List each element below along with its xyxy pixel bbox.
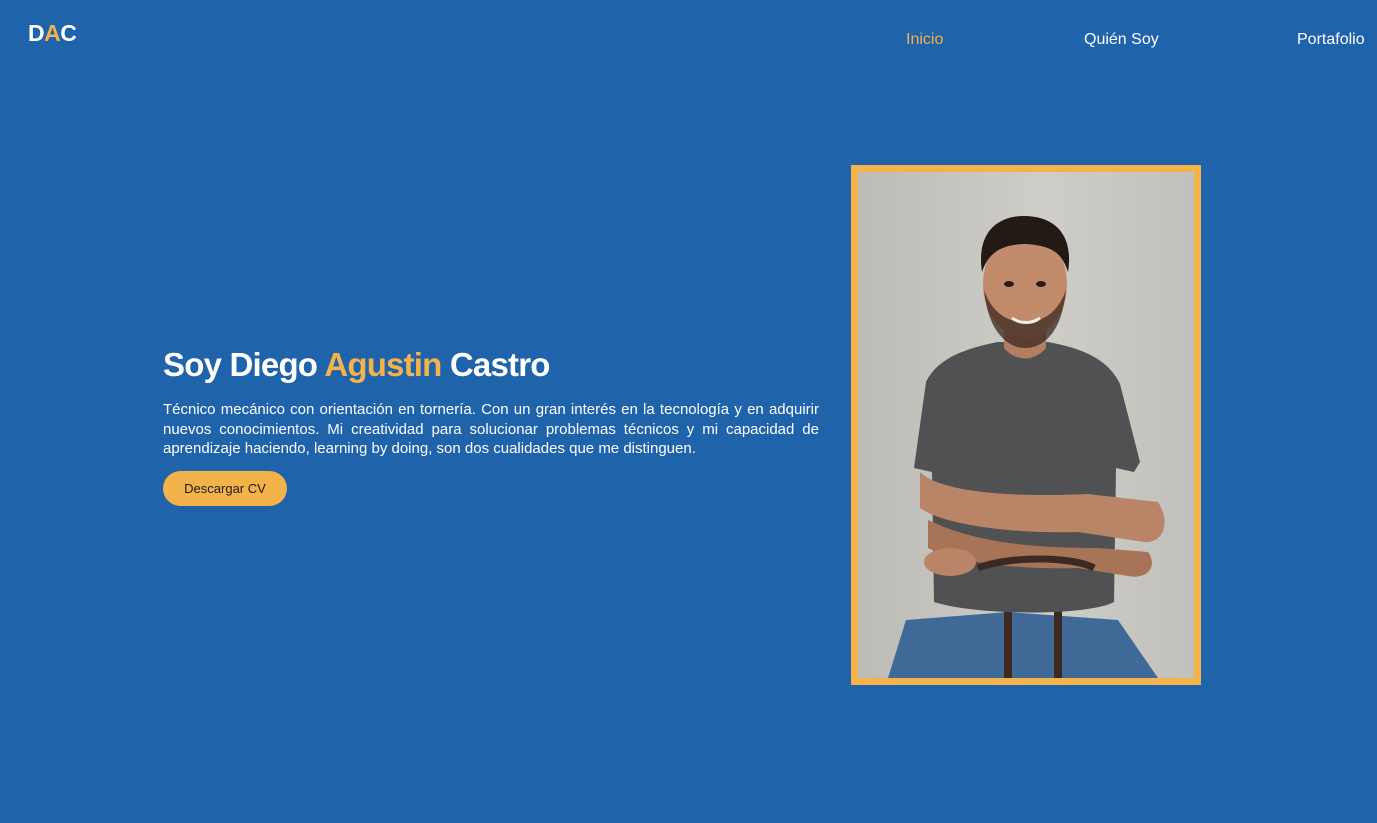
- nav-link-inicio[interactable]: Inicio: [906, 31, 943, 49]
- download-cv-button[interactable]: Descargar CV: [163, 471, 287, 506]
- hero-title-suffix: Castro: [441, 346, 551, 383]
- hand-shape: [924, 548, 976, 576]
- hero-title-accent: Agustin: [324, 346, 442, 383]
- main-nav: Inicio Quién Soy Portafolio: [0, 31, 1377, 51]
- profile-photo-frame: [851, 165, 1201, 685]
- page: DAC Inicio Quién Soy Portafolio Soy Dieg…: [0, 0, 1377, 823]
- nav-link-quien-soy[interactable]: Quién Soy: [1084, 31, 1159, 49]
- profile-photo: [858, 172, 1194, 678]
- hero-title-prefix: Soy Diego: [163, 346, 325, 383]
- eye-right: [1036, 281, 1046, 287]
- profile-photo-illustration: [888, 216, 1165, 678]
- hero-title: Soy Diego Agustin Castro: [163, 344, 550, 386]
- nav-link-portafolio[interactable]: Portafolio: [1297, 31, 1365, 49]
- eye-left: [1004, 281, 1014, 287]
- hero-description: Técnico mecánico con orientación en torn…: [163, 401, 819, 457]
- jeans-shape: [888, 612, 1158, 678]
